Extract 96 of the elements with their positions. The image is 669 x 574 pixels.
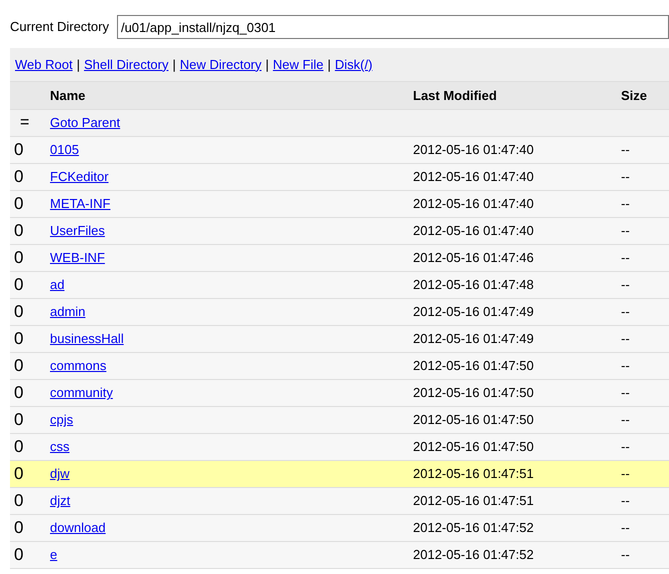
folder-link[interactable]: ad (50, 277, 64, 292)
modified-time: 2012-05-16 01:47:40 (413, 222, 535, 240)
separator: | (76, 56, 81, 74)
modified-time: 2012-05-16 01:47:50 (413, 357, 535, 376)
file-row[interactable]: 0 FCKeditor 2012-05-16 01:47:40 -- (10, 164, 669, 191)
file-row[interactable]: 0 admin 2012-05-16 01:47:49 -- (10, 299, 669, 326)
file-row[interactable]: 0 download 2012-05-16 01:47:52 -- (10, 515, 669, 542)
folder-glyph: 0 (13, 247, 24, 270)
folder-glyph: 0 (13, 274, 24, 296)
folder-glyph: 0 (13, 355, 24, 378)
size-cell-text: -- (621, 195, 630, 214)
file-row[interactable]: 0 community 2012-05-16 01:47:50 -- (10, 380, 669, 407)
folder-glyph: 0 (13, 463, 24, 486)
file-row[interactable]: 0 e 2012-05-16 01:47:52 -- (10, 542, 669, 569)
folder-glyph: 0 (13, 382, 24, 404)
file-row[interactable]: 0 0105 2012-05-16 01:47:40 -- (10, 137, 669, 164)
modified-time: 2012-05-16 01:47:52 (413, 519, 535, 538)
folder-link[interactable]: WEB-INF (50, 250, 105, 266)
folder-link[interactable]: admin (50, 304, 86, 320)
folder-glyph: 0 (13, 193, 24, 216)
folder-glyph: 0 (13, 166, 24, 188)
size-cell-text: -- (621, 546, 630, 564)
size-cell-text: -- (621, 222, 630, 240)
size-cell-text: -- (621, 168, 630, 186)
column-header: Name (50, 86, 86, 105)
size-cell-text: -- (621, 519, 630, 538)
folder-glyph: 0 (13, 220, 24, 242)
size-cell-text: -- (621, 465, 630, 484)
toolbar-link[interactable]: Web Root (15, 54, 73, 74)
file-row[interactable]: 0 css 2012-05-16 01:47:50 -- (10, 434, 669, 461)
folder-glyph: 0 (13, 436, 24, 458)
folder-glyph: 0 (13, 328, 24, 350)
folder-link[interactable]: css (50, 439, 70, 454)
size-cell-text: -- (621, 141, 630, 160)
separator: | (264, 56, 270, 74)
folder-link[interactable]: djzt (50, 493, 70, 508)
folder-link[interactable]: community (50, 385, 113, 400)
file-row[interactable]: 0 cpjs 2012-05-16 01:47:50 -- (10, 407, 669, 434)
modified-time: 2012-05-16 01:47:46 (413, 249, 535, 268)
toolbar-link[interactable]: Disk(/) (334, 54, 372, 74)
size-cell-text: -- (621, 357, 630, 376)
size-cell-text: -- (621, 438, 630, 456)
folder-link[interactable]: META-INF (50, 196, 110, 212)
modified-time: 2012-05-16 01:47:49 (413, 330, 535, 348)
size-cell-text: -- (621, 303, 630, 322)
folder-glyph: 0 (13, 544, 24, 566)
modified-time: 2012-05-16 01:47:52 (413, 546, 535, 564)
size-cell-text: -- (621, 330, 630, 348)
modified-time: 2012-05-16 01:47:51 (413, 465, 535, 484)
toolbar-link[interactable]: New Directory (180, 54, 262, 74)
folder-link[interactable]: cpjs (50, 412, 74, 428)
folder-glyph: 0 (13, 490, 24, 512)
file-row[interactable]: 0 djzt 2012-05-16 01:47:51 -- (10, 488, 669, 515)
file-row[interactable]: 0 businessHall 2012-05-16 01:47:49 -- (10, 326, 669, 353)
folder-link[interactable]: FCKeditor (50, 169, 109, 184)
file-row[interactable]: 0 META-INF 2012-05-16 01:47:40 -- (10, 191, 669, 218)
folder-glyph: 0 (13, 409, 24, 432)
size-cell-text: -- (621, 276, 630, 294)
size-cell-text: -- (621, 384, 630, 402)
folder-link[interactable]: djw (50, 466, 70, 482)
modified-time: 2012-05-16 01:47:48 (413, 276, 535, 294)
parent-icon: = (10, 111, 50, 135)
modified-time: 2012-05-16 01:47:49 (413, 303, 535, 322)
file-row[interactable]: 0 ad 2012-05-16 01:47:48 -- (10, 272, 669, 299)
size-cell-text: -- (621, 411, 630, 430)
modified-time: 2012-05-16 01:47:51 (413, 492, 535, 510)
current-directory-label: Current Directory (10, 18, 109, 36)
folder-link[interactable]: commons (50, 358, 106, 374)
directory-field[interactable]: /u01/app_install/njzq_0301 (116, 15, 669, 39)
folder-link[interactable]: 0105 (50, 142, 79, 158)
column-header: Last Modified (413, 86, 498, 105)
separator: | (326, 56, 332, 74)
size-cell-text: -- (621, 492, 630, 510)
modified-time: 2012-05-16 01:47:40 (413, 195, 535, 214)
toolbar-link[interactable]: Shell Directory (84, 54, 168, 74)
folder-link[interactable]: UserFiles (50, 223, 105, 238)
folder-glyph: 0 (13, 517, 24, 540)
separator: | (172, 56, 177, 74)
file-row[interactable]: 0 commons 2012-05-16 01:47:50 -- (10, 353, 669, 380)
file-row[interactable]: 0 djw 2012-05-16 01:47:51 -- (10, 461, 669, 488)
column-header: Size (621, 86, 648, 105)
modified-time: 2012-05-16 01:47:50 (413, 384, 535, 402)
modified-time: 2012-05-16 01:47:50 (413, 438, 535, 456)
file-row[interactable]: 0 UserFiles 2012-05-16 01:47:40 -- (10, 218, 669, 245)
goto-parent-link[interactable]: Goto Parent (50, 113, 120, 133)
folder-link[interactable]: e (50, 547, 58, 562)
toolbar-link[interactable]: New File (272, 54, 324, 74)
modified-time: 2012-05-16 01:47:40 (413, 168, 535, 186)
modified-time: 2012-05-16 01:47:40 (413, 141, 535, 160)
modified-time: 2012-05-16 01:47:50 (413, 411, 535, 430)
folder-glyph: 0 (13, 139, 24, 162)
folder-link[interactable]: businessHall (50, 331, 124, 346)
folder-glyph: 0 (13, 301, 24, 324)
folder-link[interactable]: download (50, 520, 106, 536)
size-cell-text: -- (621, 249, 630, 268)
file-row[interactable]: 0 WEB-INF 2012-05-16 01:47:46 -- (10, 245, 669, 272)
